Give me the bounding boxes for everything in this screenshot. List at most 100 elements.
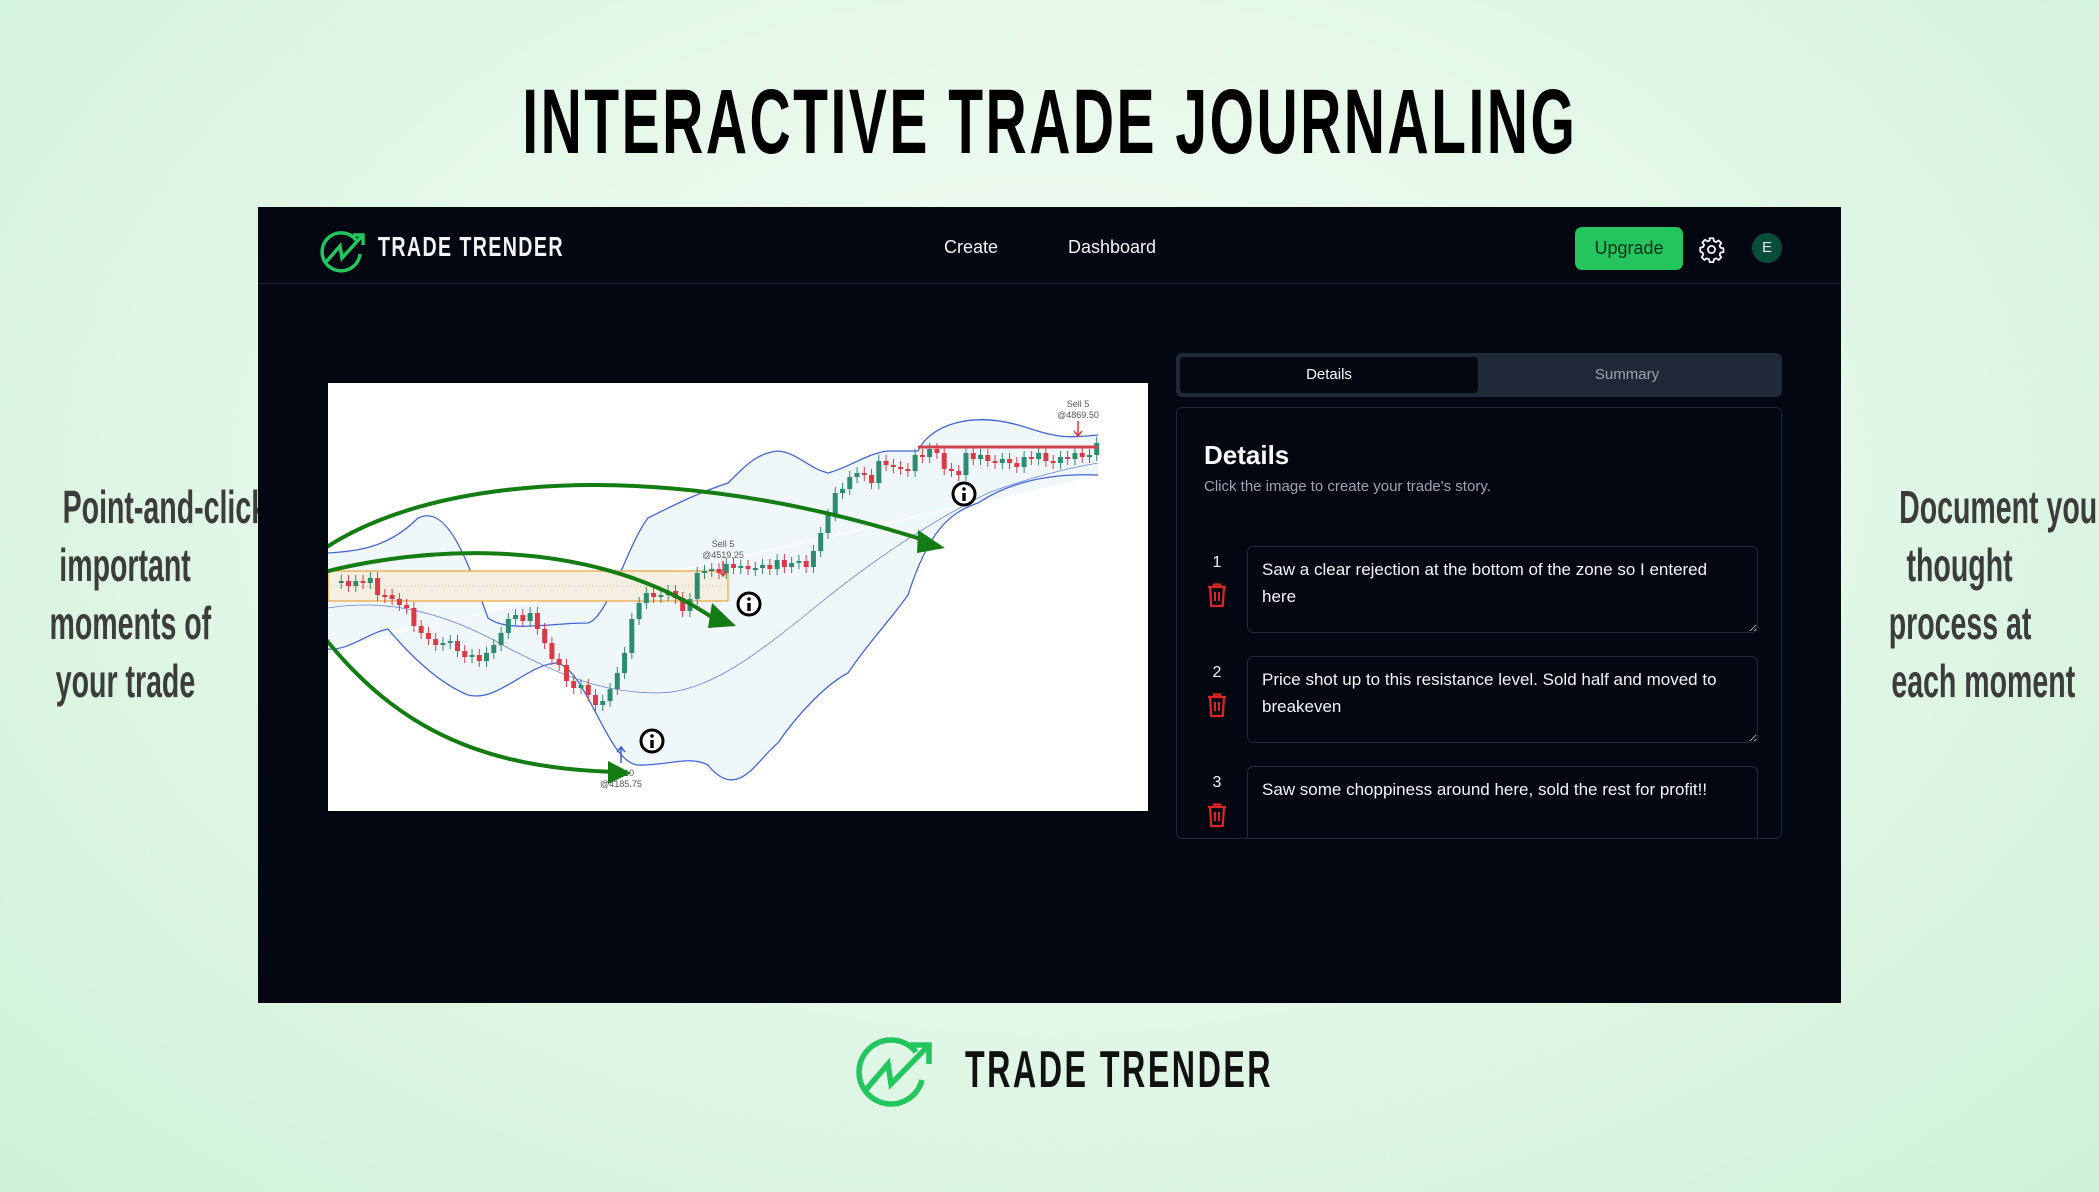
- trash-icon[interactable]: [1206, 692, 1228, 718]
- info-dot: [650, 734, 654, 738]
- tab-list: Details Summary: [1176, 353, 1782, 397]
- page-headline: INTERACTIVE TRADE JOURNALING: [521, 71, 1577, 173]
- sell-marker-label: Sell 5: [1067, 399, 1090, 409]
- candle-body: [774, 560, 780, 569]
- nav-create-link[interactable]: Create: [944, 237, 998, 258]
- brand-name[interactable]: TRADE TRENDER: [378, 231, 644, 263]
- candle-body: [1021, 457, 1027, 467]
- details-title: Details: [1204, 440, 1290, 470]
- trade-chart-image[interactable]: B... 10 @4185.75 Sell 5 @4519.25 Sell 5 …: [328, 383, 1148, 811]
- candle-body: [425, 633, 431, 639]
- candle-body: [549, 643, 555, 659]
- candle-body: [999, 459, 1005, 463]
- gear-icon[interactable]: [1698, 236, 1725, 263]
- entry-textarea[interactable]: Saw a clear rejection at the bottom of t…: [1247, 546, 1758, 633]
- candle-body: [854, 473, 860, 477]
- candle-body: [738, 566, 744, 568]
- app-window: TRADE TRENDER Create Dashboard Upgrade E…: [258, 207, 1841, 1003]
- candle-body: [447, 641, 453, 643]
- candle-body: [810, 551, 816, 567]
- candle-body: [825, 515, 831, 533]
- candle-body: [789, 563, 795, 567]
- candle-body: [970, 453, 976, 459]
- candle-body: [956, 471, 962, 475]
- candle-body: [433, 639, 439, 645]
- details-subtitle: Click the image to create your trade's s…: [1204, 478, 1491, 495]
- sell-marker-label: Sell 5: [712, 539, 735, 549]
- candle-body: [803, 561, 809, 567]
- candle-body: [694, 573, 700, 599]
- candle-body: [498, 633, 504, 645]
- sell-marker-price: @4519.25: [702, 550, 744, 560]
- candle-body: [658, 595, 664, 597]
- candle-body: [752, 568, 758, 570]
- right-caption-line: thought: [1906, 539, 2014, 591]
- candle-body: [796, 561, 802, 563]
- user-avatar[interactable]: E: [1752, 233, 1782, 263]
- info-stem: [962, 493, 966, 501]
- candle-body: [890, 465, 896, 467]
- info-icon[interactable]: [639, 728, 665, 754]
- candle-body: [571, 681, 577, 688]
- candle-body: [978, 455, 984, 459]
- navbar: TRADE TRENDER Create Dashboard Upgrade E: [258, 207, 1841, 284]
- candle-body: [905, 469, 911, 471]
- candle-body: [484, 653, 490, 661]
- candle-body: [883, 461, 889, 465]
- entry-number: 2: [1212, 664, 1222, 681]
- candle-body: [462, 651, 468, 657]
- candle-body: [912, 455, 918, 471]
- left-caption: Point-and-click important moments of you…: [0, 478, 268, 710]
- entry-textarea[interactable]: Saw some choppiness around here, sold th…: [1247, 766, 1758, 838]
- footer-brand-name: TRADE TRENDER: [965, 1041, 1274, 1099]
- trash-icon[interactable]: [1206, 802, 1228, 828]
- candle-body: [404, 605, 410, 608]
- right-caption-line: process at: [1888, 597, 2032, 649]
- candle-body: [411, 608, 417, 626]
- candle-body: [375, 578, 381, 595]
- info-stem: [747, 603, 751, 611]
- candle-body: [701, 571, 707, 573]
- journal-entry: 2 Price shot up to this resistance level…: [1177, 656, 1781, 756]
- info-stem: [650, 740, 654, 748]
- candle-body: [731, 564, 737, 568]
- candle-body: [636, 603, 642, 619]
- candle-body: [614, 673, 620, 689]
- candle-body: [992, 461, 998, 463]
- candle-body: [847, 477, 853, 489]
- candle-body: [767, 565, 773, 569]
- candlestick-chart[interactable]: B... 10 @4185.75 Sell 5 @4519.25 Sell 5 …: [328, 383, 1148, 811]
- candle-body: [476, 655, 482, 661]
- candle-body: [454, 641, 460, 651]
- candle-body: [622, 653, 628, 673]
- candle-body: [1079, 453, 1085, 457]
- candle-body: [513, 615, 519, 619]
- left-caption-line: important: [59, 539, 191, 591]
- nav-dashboard-link[interactable]: Dashboard: [1068, 237, 1156, 258]
- left-caption-line: moments of: [49, 597, 212, 649]
- candle-body: [745, 566, 751, 569]
- candle-body: [542, 629, 548, 643]
- candle-body: [832, 493, 838, 515]
- candle-body: [563, 665, 569, 681]
- trade-trender-logo-icon[interactable]: [318, 228, 368, 274]
- tab-details[interactable]: Details: [1180, 357, 1478, 393]
- candle-body: [643, 593, 649, 603]
- candle-body: [927, 449, 933, 457]
- info-icon[interactable]: [951, 481, 977, 507]
- tab-summary[interactable]: Summary: [1478, 357, 1776, 393]
- candle-body: [869, 475, 875, 483]
- candle-body: [919, 455, 925, 457]
- entry-textarea[interactable]: Price shot up to this resistance level. …: [1247, 656, 1758, 743]
- upgrade-button[interactable]: Upgrade: [1575, 227, 1683, 270]
- candle-body: [629, 619, 635, 653]
- candle-body: [1028, 457, 1034, 459]
- left-caption-line: your trade: [55, 655, 195, 707]
- candle-body: [556, 659, 562, 665]
- trash-icon[interactable]: [1206, 582, 1228, 608]
- info-icon[interactable]: [736, 591, 762, 617]
- candle-body: [520, 615, 526, 621]
- candle-body: [781, 560, 787, 567]
- candle-body: [389, 595, 395, 599]
- candle-body: [1072, 453, 1078, 459]
